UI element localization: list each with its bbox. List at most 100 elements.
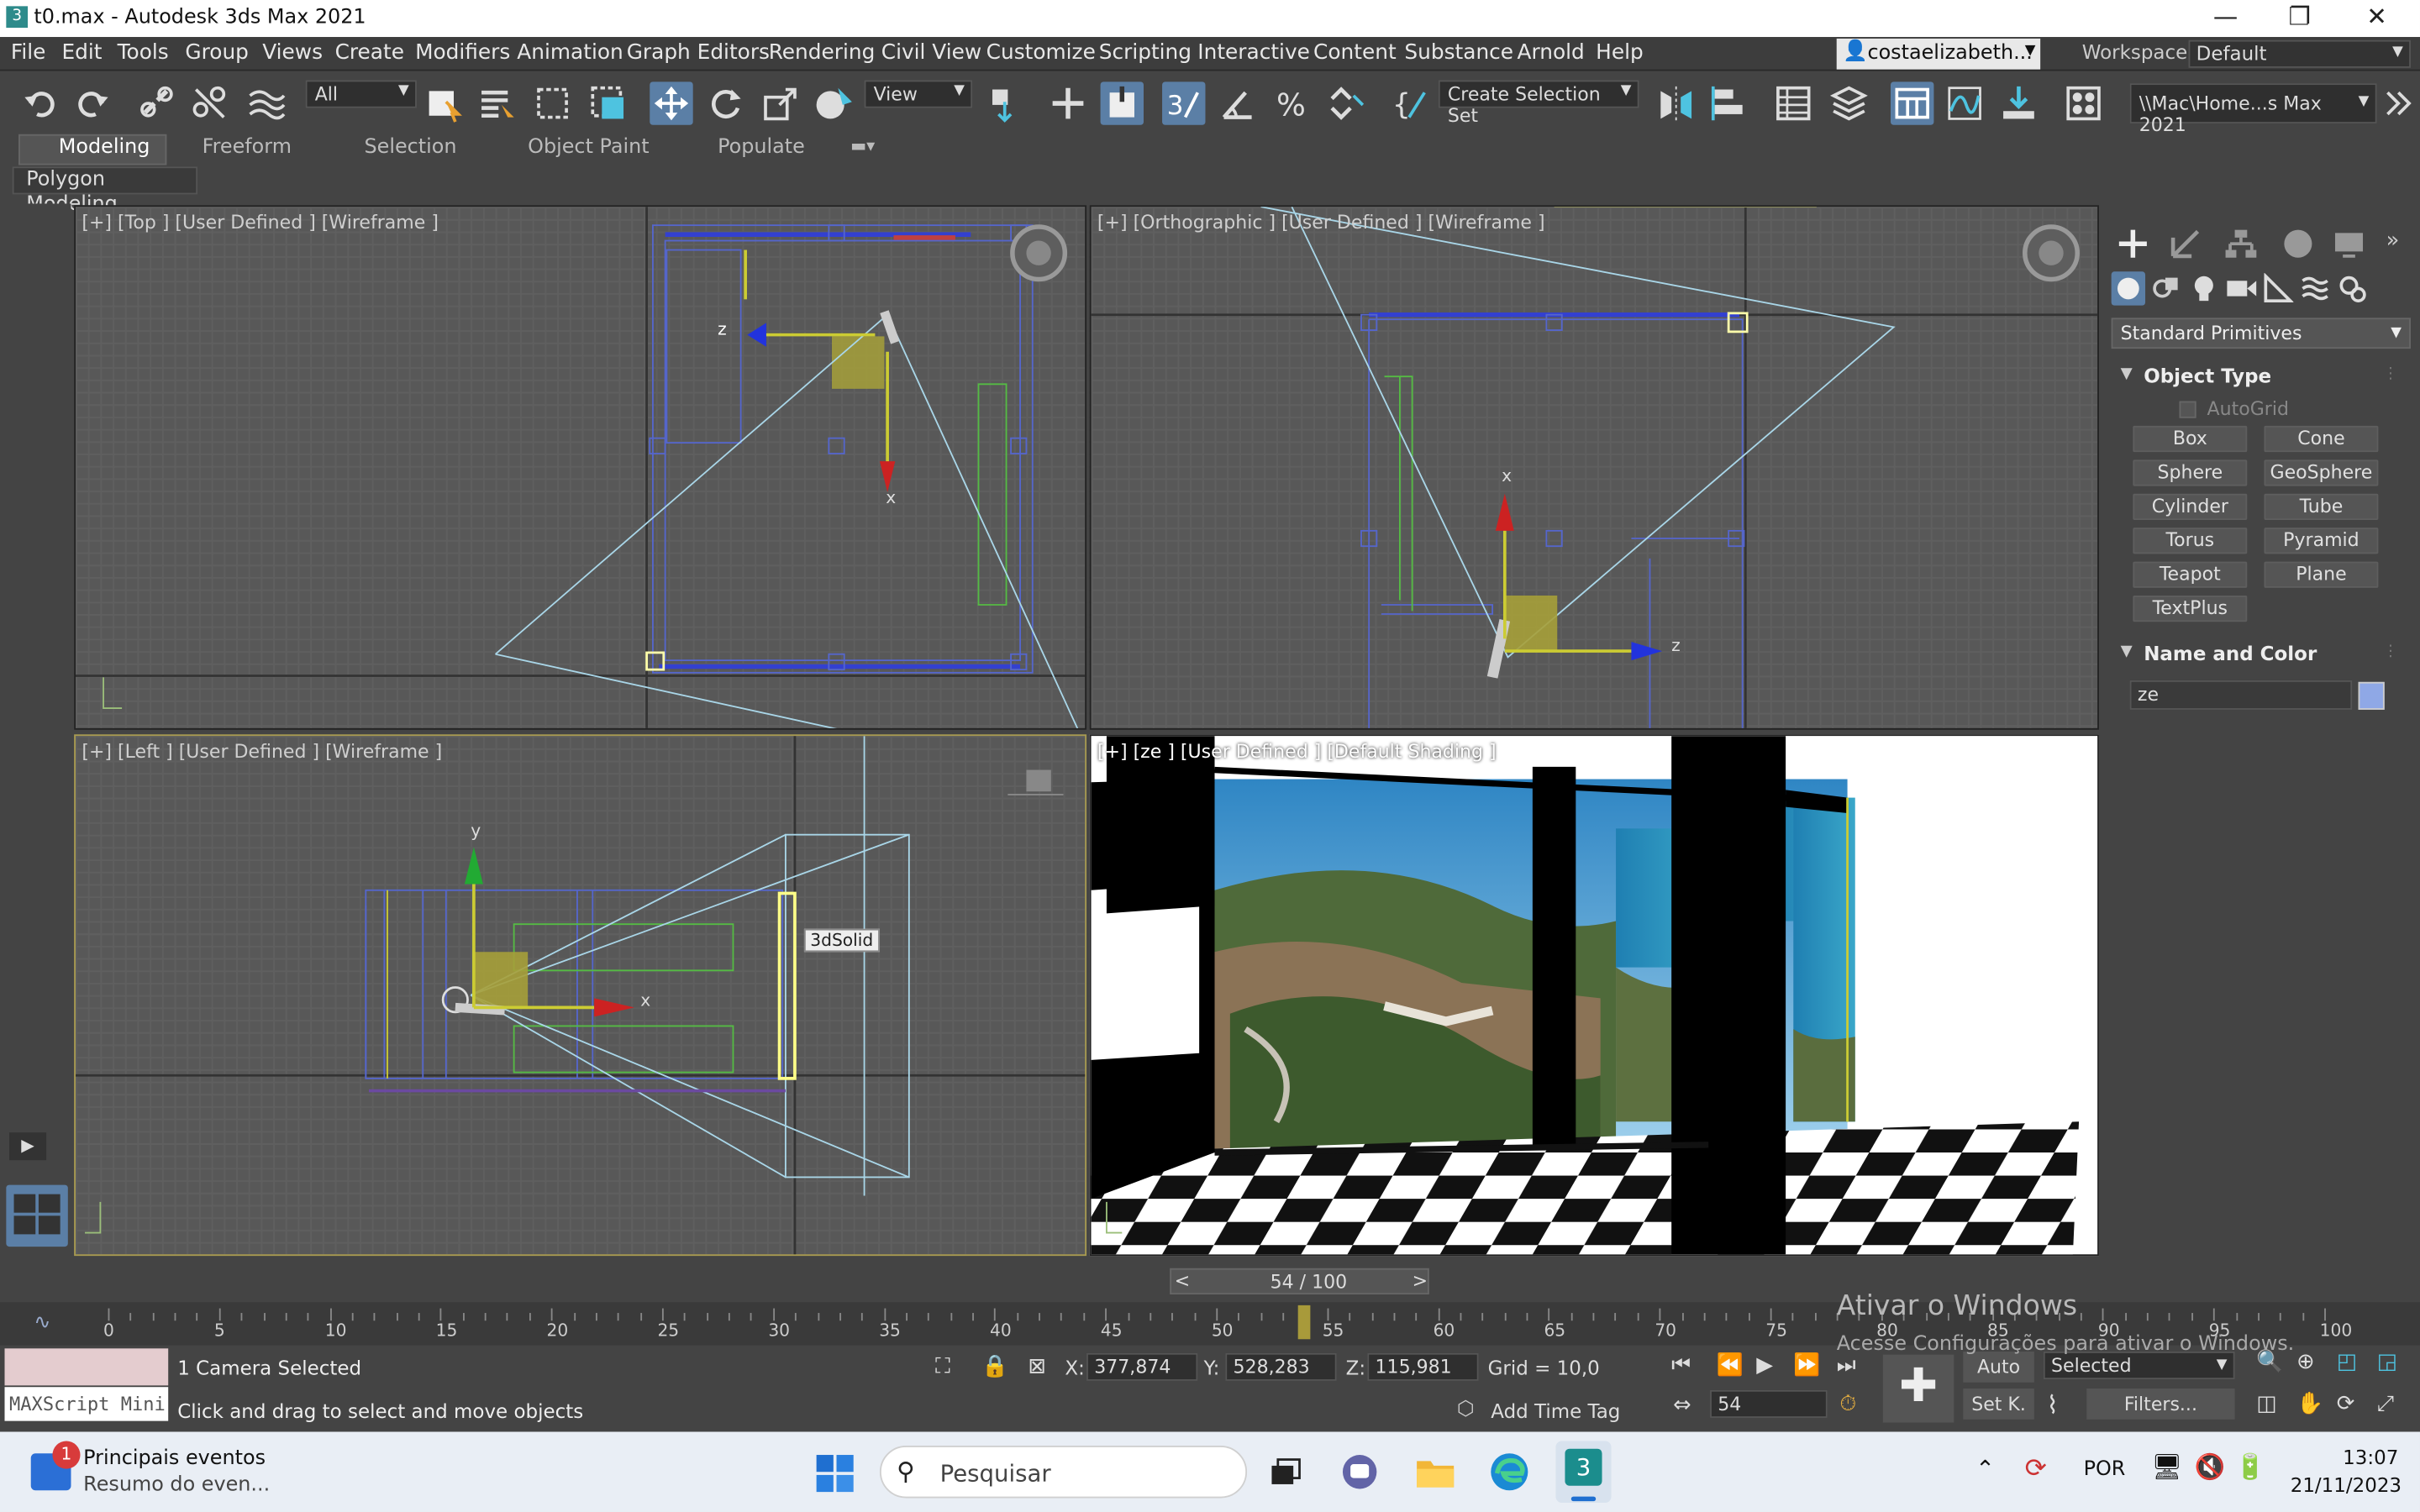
select-and-rotate-button[interactable] xyxy=(704,81,747,124)
undo-button[interactable] xyxy=(18,81,61,124)
menu-scripting[interactable]: Scripting xyxy=(1099,40,1192,65)
go-to-end-button[interactable]: ⏭ xyxy=(1837,1353,1856,1378)
minimize-button[interactable]: — xyxy=(2188,0,2262,37)
time-slider[interactable]: < 54 / 100 > xyxy=(1170,1268,1429,1295)
menu-file[interactable]: File xyxy=(11,40,45,65)
align-button[interactable] xyxy=(1707,81,1749,124)
slider-prev-button[interactable]: < xyxy=(1175,1270,1190,1292)
menu-civil-view[interactable]: Civil View xyxy=(881,40,981,65)
toggle-scene-explorer-button[interactable] xyxy=(1772,81,1815,124)
workspace-dropdown[interactable]: Default ▼ xyxy=(2188,39,2411,68)
rectangular-selection-button[interactable] xyxy=(531,81,574,124)
name-and-color-rollout-title[interactable]: Name and Color xyxy=(2144,642,2317,665)
viewport-top-label[interactable]: [+] [Top ] [User Defined ] [Wireframe ] xyxy=(82,212,439,234)
teams-chat-button[interactable] xyxy=(1339,1453,1380,1490)
torus-button[interactable]: Torus xyxy=(2133,528,2248,554)
toggle-ribbon-button[interactable] xyxy=(1890,81,1934,125)
ribbon-options-icon[interactable]: ▬▾ xyxy=(850,136,875,156)
material-editor-button[interactable] xyxy=(2062,81,2105,124)
angle-snap-button[interactable] xyxy=(1216,81,1259,124)
viewport-ortho-label[interactable]: [+] [Orthographic ] [User Defined ] [Wir… xyxy=(1097,212,1545,234)
viewport-orthographic[interactable]: [+] [Orthographic ] [User Defined ] [Wir… xyxy=(1089,205,2099,730)
orbit-button[interactable]: ⟳ xyxy=(2337,1392,2355,1416)
viewport-top[interactable]: [+] [Top ] [User Defined ] [Wireframe ] … xyxy=(74,205,1087,730)
project-folder-dropdown[interactable]: \\Mac\Home...s Max 2021 ▼ xyxy=(2129,83,2377,136)
current-frame-marker[interactable] xyxy=(1298,1305,1312,1340)
time-config-button[interactable]: ⏱ xyxy=(1839,1392,1856,1416)
menu-animation[interactable]: Animation xyxy=(517,40,623,65)
play-button[interactable]: ▶ xyxy=(1756,1353,1773,1378)
menu-graph-editors[interactable]: Graph Editors xyxy=(627,40,770,65)
next-frame-button[interactable]: ⏩ xyxy=(1793,1353,1820,1378)
absolute-mode-button[interactable]: ⊠ xyxy=(1028,1355,1046,1379)
lights-category-button[interactable] xyxy=(2188,273,2219,304)
window-crossing-button[interactable] xyxy=(587,81,629,124)
sync-status-icon[interactable]: ⟳ xyxy=(2025,1453,2047,1484)
go-to-start-button[interactable]: ⏮ xyxy=(1671,1353,1691,1378)
polygon-modeling-panel[interactable]: Polygon Modeling xyxy=(12,166,198,216)
slider-next-button[interactable]: > xyxy=(1413,1270,1428,1292)
motion-tab[interactable] xyxy=(2278,225,2315,262)
y-coordinate-field[interactable]: 528,283 xyxy=(1225,1352,1337,1381)
cylinder-button[interactable]: Cylinder xyxy=(2133,493,2248,520)
edge-browser-button[interactable] xyxy=(1488,1452,1531,1492)
sphere-button[interactable]: Sphere xyxy=(2133,459,2248,486)
tab-freeform[interactable]: Freeform xyxy=(203,136,292,160)
spinner-snap-button[interactable] xyxy=(1324,81,1367,124)
taskbar-search[interactable]: ⚲ Pesquisar xyxy=(879,1446,1248,1499)
toggle-layer-explorer-button[interactable] xyxy=(1828,81,1870,124)
viewport-camera[interactable]: [+] [ze ] [User Defined ] [Default Shadi… xyxy=(1089,734,2099,1257)
teapot-button[interactable]: Teapot xyxy=(2133,561,2248,588)
restore-button[interactable]: ❐ xyxy=(2263,0,2337,37)
rollout-expanded-icon[interactable]: ▼ xyxy=(2121,643,2133,660)
viewport-left[interactable]: [+] [Left ] [User Defined ] [Wireframe ]… xyxy=(74,734,1087,1257)
tab-modeling[interactable]: Modeling xyxy=(59,136,150,160)
cone-button[interactable]: Cone xyxy=(2264,425,2379,453)
select-by-name-button[interactable] xyxy=(476,81,518,124)
current-frame-field[interactable]: 54 xyxy=(1710,1389,1828,1418)
curve-editor-mini-icon[interactable]: ∿ xyxy=(34,1311,50,1335)
curve-editor-button[interactable] xyxy=(1943,81,1986,124)
schematic-view-button[interactable] xyxy=(1997,81,2040,124)
reference-coordinate-dropdown[interactable]: View ▼ xyxy=(864,80,973,108)
menu-arnold[interactable]: Arnold xyxy=(1518,40,1585,65)
menu-customize[interactable]: Customize xyxy=(986,40,1096,65)
zoom-extents-all-button[interactable]: ◲ xyxy=(2377,1350,2397,1374)
display-tab[interactable] xyxy=(2330,225,2367,262)
primitive-type-dropdown[interactable]: Standard Primitives ▼ xyxy=(2111,318,2411,349)
tab-selection[interactable]: Selection xyxy=(364,136,456,160)
box-button[interactable]: Box xyxy=(2133,425,2248,453)
pan-button[interactable]: ✋ xyxy=(2296,1392,2323,1416)
key-tangent-button[interactable]: ⌇ xyxy=(2047,1390,2059,1420)
expand-layout-button[interactable]: ▶ xyxy=(9,1132,47,1161)
user-account-dropdown[interactable]: 👤 costaelizabeth... ▼ xyxy=(1836,38,2041,70)
autogrid-checkbox[interactable] xyxy=(2179,401,2196,418)
previous-frame-button[interactable]: ⏪ xyxy=(1716,1353,1743,1378)
tube-button[interactable]: Tube xyxy=(2264,493,2379,520)
clock-date[interactable]: 21/11/2023 xyxy=(2291,1473,2402,1497)
maxscript-mini-input[interactable]: MAXScript Mini xyxy=(4,1387,169,1421)
pivot-center-button[interactable] xyxy=(985,81,1028,124)
menu-views[interactable]: Views xyxy=(262,40,323,65)
hierarchy-tab[interactable] xyxy=(2223,225,2260,262)
select-and-link-button[interactable] xyxy=(136,81,179,124)
geometry-category-button[interactable] xyxy=(2111,271,2146,306)
track-bar[interactable]: ∿ 0 5 10 15 20 25 30 35 40 45 50 55 60 65 70 75 80 85 90 95… xyxy=(0,1290,2420,1356)
start-button[interactable] xyxy=(812,1451,858,1497)
viewport-left-label[interactable]: [+] [Left ] [User Defined ] [Wireframe ] xyxy=(82,741,442,763)
selection-filter-dropdown[interactable]: All ▼ xyxy=(305,80,417,108)
show-hidden-icons-button[interactable]: ⌃ xyxy=(1975,1455,1995,1483)
language-indicator[interactable]: POR xyxy=(2084,1458,2126,1482)
geosphere-button[interactable]: GeoSphere xyxy=(2264,459,2379,486)
keyboard-shortcut-override-button[interactable] xyxy=(1100,81,1144,125)
cameras-category-button[interactable] xyxy=(2226,273,2257,304)
plane-button[interactable]: Plane xyxy=(2264,561,2379,588)
field-of-view-button[interactable]: ◫ xyxy=(2256,1392,2276,1416)
unlink-button[interactable] xyxy=(188,81,231,124)
textplus-button[interactable]: TextPlus xyxy=(2133,595,2248,622)
select-and-move-button[interactable] xyxy=(650,81,693,125)
menu-content[interactable]: Content xyxy=(1313,40,1397,65)
select-object-button[interactable] xyxy=(423,81,466,124)
network-icon[interactable]: 🖥 xyxy=(2151,1452,2182,1481)
z-coordinate-field[interactable]: 115,981 xyxy=(1367,1352,1479,1381)
